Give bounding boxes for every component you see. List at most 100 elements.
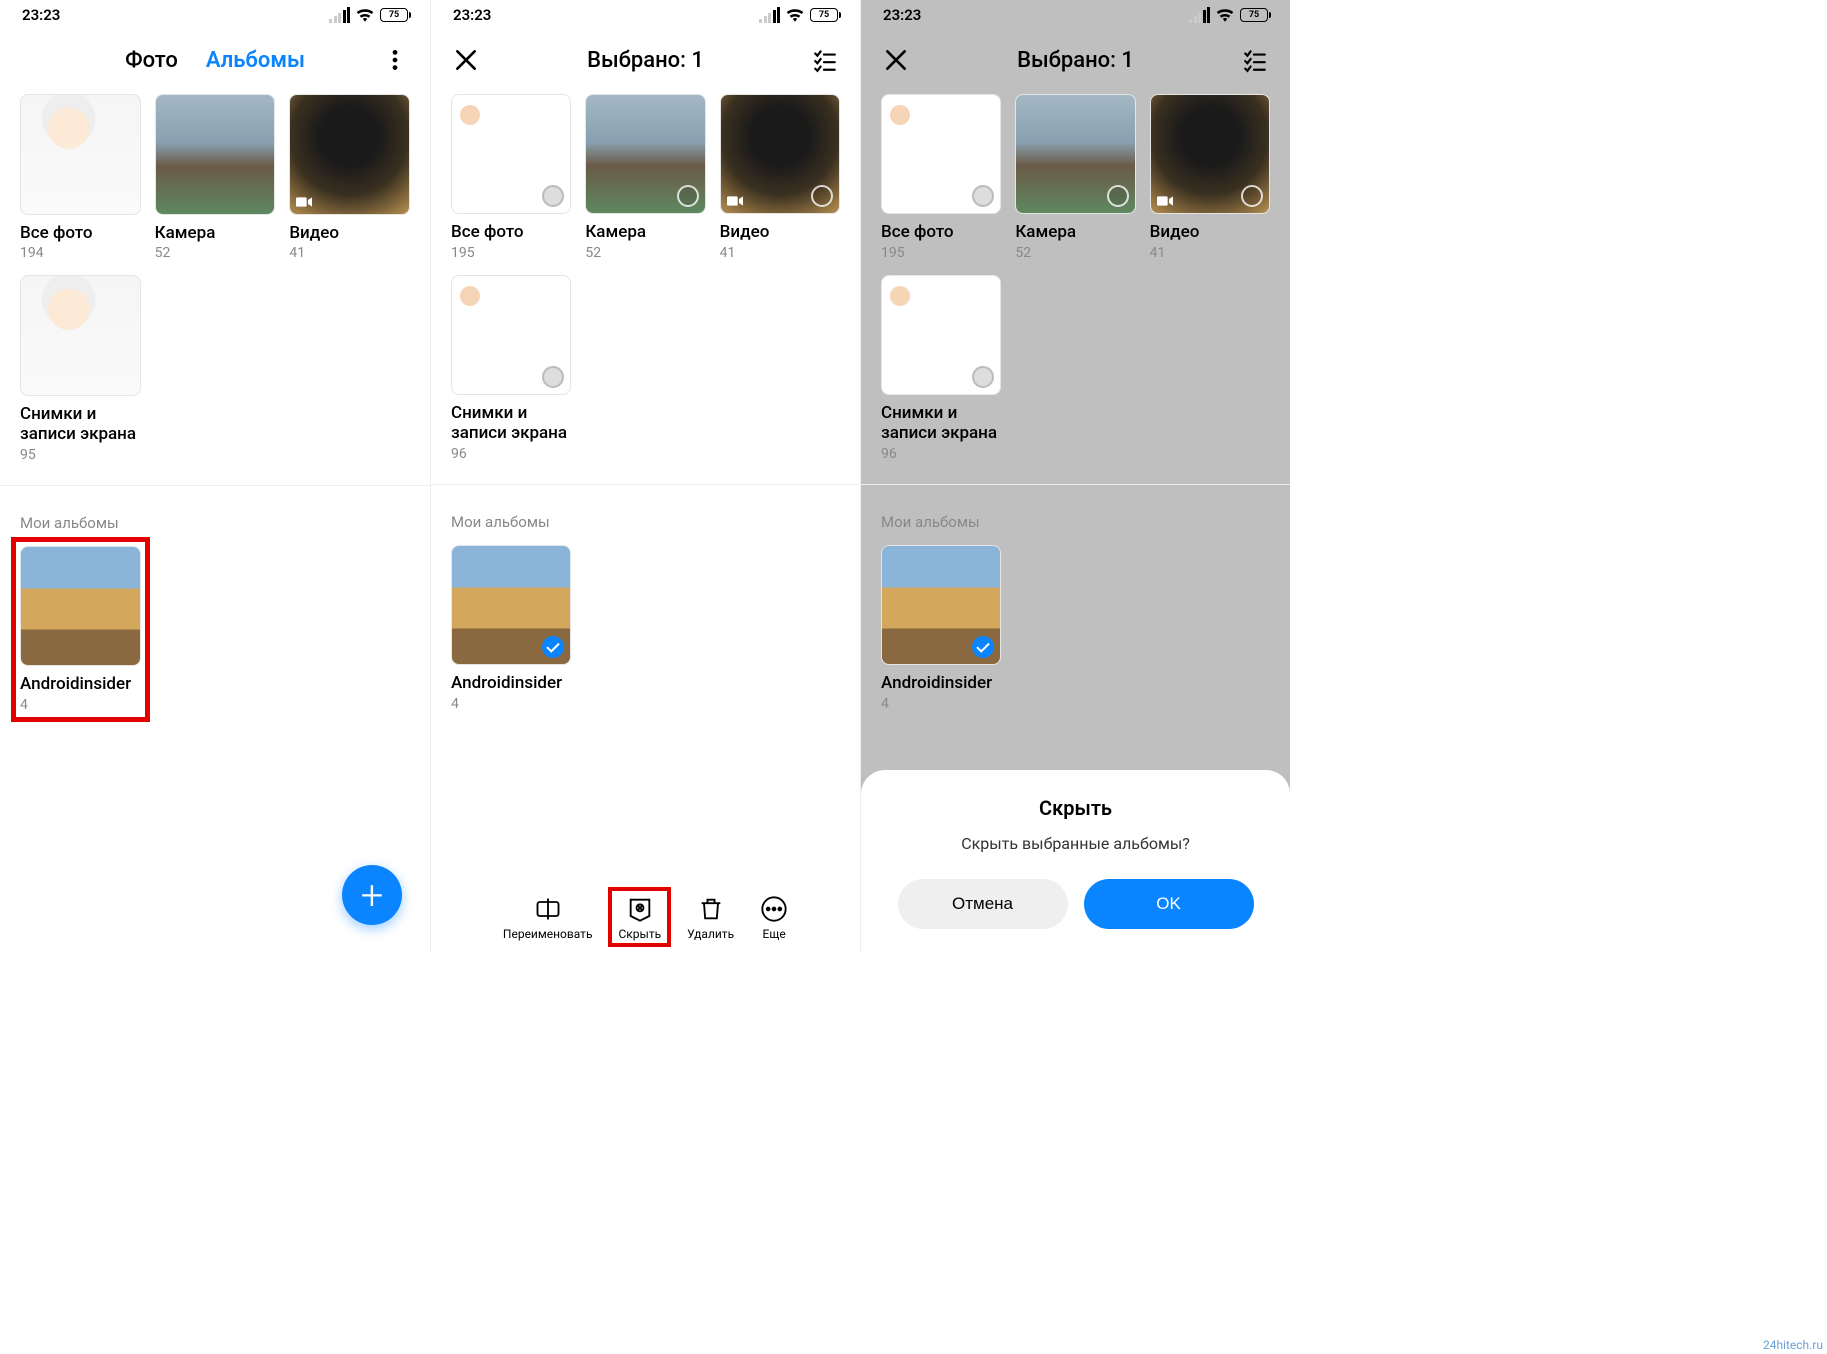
album-title: Видео xyxy=(720,222,840,242)
album-title: Androidinsider xyxy=(881,673,1001,693)
rename-icon xyxy=(534,895,562,923)
sheet-message: Скрыть выбранные альбомы? xyxy=(881,834,1270,853)
add-album-fab[interactable]: + xyxy=(342,865,402,925)
album-all-photos[interactable]: Все фото 195 xyxy=(881,94,1001,261)
screen-albums: 23:23 75 Фото Альбомы Все фото 194 Камер… xyxy=(0,0,430,953)
album-count: 41 xyxy=(720,245,840,261)
wifi-icon xyxy=(1216,8,1234,22)
album-count: 41 xyxy=(1150,245,1270,261)
album-screenshots[interactable]: Снимки и записи экрана 96 xyxy=(451,275,571,462)
divider xyxy=(431,484,860,485)
album-title: Видео xyxy=(1150,222,1270,242)
album-thumbnail xyxy=(451,545,571,665)
wifi-icon xyxy=(356,8,374,22)
album-count: 41 xyxy=(289,245,410,261)
album-count: 96 xyxy=(451,446,571,462)
album-count: 96 xyxy=(881,446,1001,462)
video-icon xyxy=(296,196,312,208)
hide-button-highlighted[interactable]: Скрыть xyxy=(608,887,671,947)
album-count: 52 xyxy=(1015,245,1135,261)
selection-circle[interactable] xyxy=(677,185,699,207)
album-screenshots[interactable]: Снимки и записи экрана 95 xyxy=(20,275,141,462)
album-camera[interactable]: Камера 52 xyxy=(1015,94,1135,261)
more-icon xyxy=(760,895,788,923)
album-androidinsider-highlighted[interactable]: Androidinsider 4 xyxy=(11,537,150,722)
album-title: Androidinsider xyxy=(451,673,571,693)
content: Все фото 194 Камера 52 Видео 41 Снимки и… xyxy=(0,90,430,953)
album-thumbnail xyxy=(451,275,571,395)
album-video[interactable]: Видео 41 xyxy=(720,94,840,261)
select-all-icon[interactable] xyxy=(810,45,840,75)
album-thumbnail xyxy=(585,94,705,214)
hide-icon xyxy=(626,895,654,923)
album-all-photos[interactable]: Все фото 194 xyxy=(20,94,141,261)
album-thumbnail xyxy=(720,94,840,214)
select-all-icon[interactable] xyxy=(1240,45,1270,75)
selection-circle[interactable] xyxy=(972,366,994,388)
album-thumbnail xyxy=(155,94,276,215)
album-count: 4 xyxy=(451,696,571,712)
close-icon[interactable] xyxy=(881,45,911,75)
album-title: Видео xyxy=(289,223,410,243)
divider xyxy=(861,484,1290,485)
status-indicators: 75 xyxy=(1189,7,1268,23)
album-camera[interactable]: Камера 52 xyxy=(155,94,276,261)
album-title: Камера xyxy=(1015,222,1135,242)
status-bar: 23:23 75 xyxy=(0,0,430,30)
delete-button[interactable]: Удалить xyxy=(687,895,734,941)
delete-label: Удалить xyxy=(687,927,734,941)
album-thumbnail xyxy=(881,94,1001,214)
tab-albums[interactable]: Альбомы xyxy=(206,48,305,73)
album-title: Снимки и записи экрана xyxy=(881,403,1001,444)
album-count: 195 xyxy=(451,245,571,261)
selection-circle[interactable] xyxy=(542,366,564,388)
album-thumbnail xyxy=(1015,94,1135,214)
wifi-icon xyxy=(786,8,804,22)
album-androidinsider[interactable]: Androidinsider 4 xyxy=(451,545,571,712)
close-icon[interactable] xyxy=(451,45,481,75)
video-icon xyxy=(727,195,743,207)
ok-button[interactable]: OK xyxy=(1084,879,1254,929)
album-video[interactable]: Видео 41 xyxy=(1150,94,1270,261)
menu-icon[interactable] xyxy=(380,45,410,75)
album-video[interactable]: Видео 41 xyxy=(289,94,410,261)
album-thumbnail xyxy=(289,94,410,215)
selection-circle[interactable] xyxy=(811,185,833,207)
album-thumbnail xyxy=(881,545,1001,665)
battery-icon: 75 xyxy=(810,8,838,22)
album-title: Снимки и записи экрана xyxy=(20,404,141,445)
album-title: Камера xyxy=(585,222,705,242)
bottom-toolbar: Переименовать Скрыть Удалить Еще xyxy=(431,895,860,941)
screen-selection: 23:23 75 Выбрано: 1 Все фото 195 Камера … xyxy=(430,0,860,953)
selection-title: Выбрано: 1 xyxy=(587,48,704,73)
album-count: 52 xyxy=(155,245,276,261)
album-count: 52 xyxy=(585,245,705,261)
album-androidinsider[interactable]: Androidinsider 4 xyxy=(881,545,1001,712)
battery-icon: 75 xyxy=(380,8,408,22)
album-count: 194 xyxy=(20,245,141,261)
album-title: Камера xyxy=(155,223,276,243)
rename-button[interactable]: Переименовать xyxy=(503,895,593,941)
status-time: 23:23 xyxy=(453,6,491,24)
album-screenshots[interactable]: Снимки и записи экрана 96 xyxy=(881,275,1001,462)
video-icon xyxy=(1157,195,1173,207)
selection-circle[interactable] xyxy=(1107,185,1129,207)
section-my-albums: Мои альбомы xyxy=(20,514,410,532)
album-camera[interactable]: Камера 52 xyxy=(585,94,705,261)
album-count: 4 xyxy=(20,697,141,713)
album-title: Все фото xyxy=(20,223,141,243)
tab-photo[interactable]: Фото xyxy=(125,48,178,73)
album-thumbnail xyxy=(20,275,141,396)
selection-circle[interactable] xyxy=(972,185,994,207)
rename-label: Переименовать xyxy=(503,927,593,941)
selection-circle[interactable] xyxy=(1241,185,1263,207)
selection-circle-checked[interactable] xyxy=(542,636,564,658)
section-my-albums: Мои альбомы xyxy=(451,513,840,531)
selection-circle-checked[interactable] xyxy=(972,636,994,658)
more-label: Еще xyxy=(763,927,786,941)
cancel-button[interactable]: Отмена xyxy=(898,879,1068,929)
more-button[interactable]: Еще xyxy=(760,895,788,941)
selection-circle[interactable] xyxy=(542,185,564,207)
watermark: 24hitech.ru xyxy=(1763,1338,1823,1352)
album-all-photos[interactable]: Все фото 195 xyxy=(451,94,571,261)
